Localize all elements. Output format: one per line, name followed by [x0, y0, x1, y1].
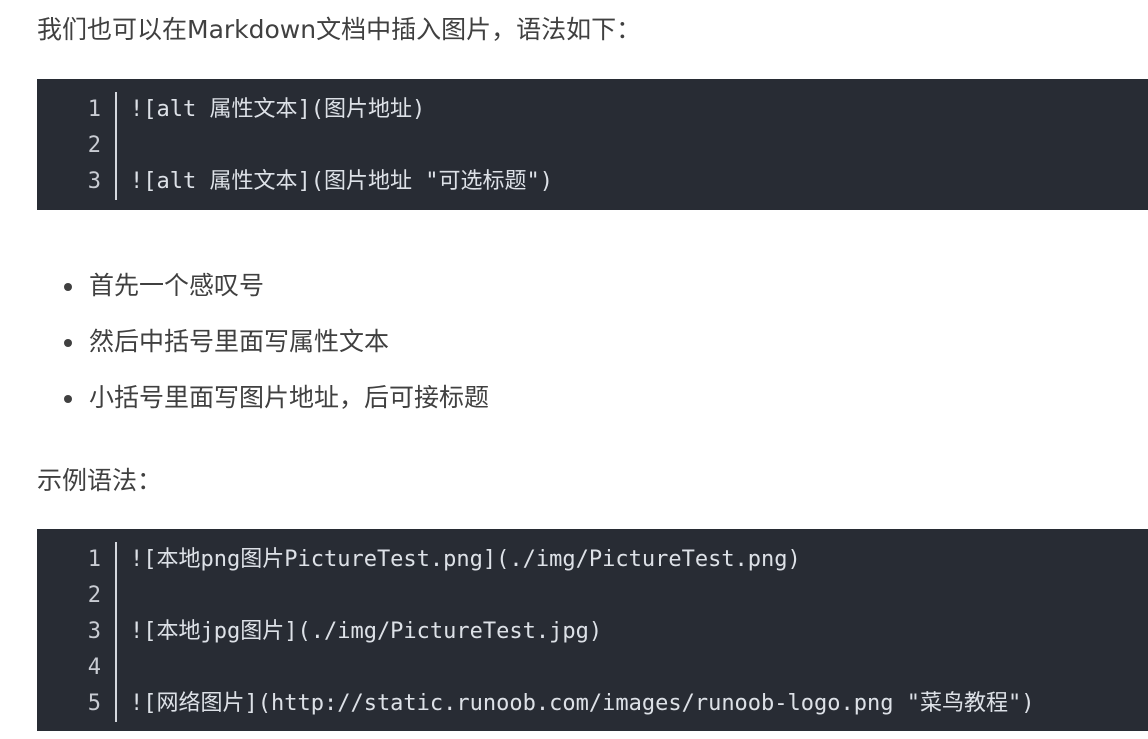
line-number: 3: [87, 169, 101, 194]
line-number: 2: [87, 583, 101, 608]
list-item: 首先一个感叹号: [0, 268, 489, 324]
code-line: 3 ![本地jpg图片](./img/PictureTest.jpg): [37, 614, 1148, 650]
line-number: 5: [87, 691, 101, 716]
bullet-list: 首先一个感叹号 然后中括号里面写属性文本 小括号里面写图片地址，后可接标题: [0, 268, 489, 436]
syntax-code-block: 1 ![alt 属性文本](图片地址) 2 3 ![alt 属性文本](图片地址…: [37, 79, 1148, 210]
code-text: ![本地jpg图片](./img/PictureTest.jpg): [130, 619, 603, 644]
line-number: 4: [87, 655, 101, 680]
list-item-text: 首先一个感叹号: [89, 271, 265, 300]
code-line: 2: [37, 578, 1148, 614]
bullet-icon: [64, 283, 72, 291]
list-item: 小括号里面写图片地址，后可接标题: [0, 380, 489, 436]
line-number: 2: [87, 133, 101, 158]
bullet-icon: [64, 339, 72, 347]
intro-paragraph: 我们也可以在Markdown文档中插入图片，语法如下：: [37, 15, 642, 44]
code-line: 1 ![alt 属性文本](图片地址): [37, 92, 1148, 128]
code-line: 4: [37, 650, 1148, 686]
line-number: 1: [87, 547, 101, 572]
code-text: ![本地png图片PictureTest.png](./img/PictureT…: [130, 547, 801, 572]
code-line: 2: [37, 128, 1148, 164]
line-number: 1: [87, 97, 101, 122]
line-number: 3: [87, 619, 101, 644]
list-item-text: 然后中括号里面写属性文本: [89, 327, 390, 356]
list-item: 然后中括号里面写属性文本: [0, 324, 489, 380]
code-text: ![alt 属性文本](图片地址): [130, 97, 426, 122]
bullet-icon: [64, 395, 72, 403]
code-text: ![网络图片](http://static.runoob.com/images/…: [130, 691, 1035, 716]
code-text: ![alt 属性文本](图片地址 "可选标题"): [130, 169, 553, 194]
code-line: 3 ![alt 属性文本](图片地址 "可选标题"): [37, 164, 1148, 200]
list-item-text: 小括号里面写图片地址，后可接标题: [89, 383, 490, 412]
example-code-block: 1 ![本地png图片PictureTest.png](./img/Pictur…: [37, 529, 1148, 731]
example-label: 示例语法：: [37, 466, 163, 495]
code-line: 1 ![本地png图片PictureTest.png](./img/Pictur…: [37, 542, 1148, 578]
code-line: 5 ![网络图片](http://static.runoob.com/image…: [37, 686, 1148, 722]
